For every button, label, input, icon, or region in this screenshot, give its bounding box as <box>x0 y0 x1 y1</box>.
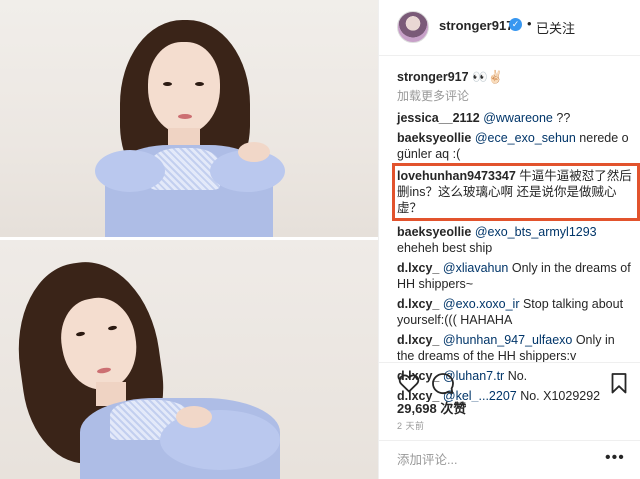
comment-username[interactable]: d.lxcy_ <box>397 333 439 347</box>
bookmark-icon[interactable] <box>607 371 631 395</box>
caption-text: 👀✌🏻 <box>472 70 504 84</box>
load-more-comments-link[interactable]: 加载更多评论 <box>397 88 635 104</box>
post-panel: stronger917 ✓ • 已关注 stronger917 👀✌🏻 加载更多… <box>379 0 640 479</box>
comment-mention[interactable]: @hunhan_947_ulfaexo <box>443 333 572 347</box>
comment-username[interactable]: baeksyeollie <box>397 131 471 145</box>
comment-username[interactable]: d.lxcy_ <box>397 261 439 275</box>
heart-icon[interactable] <box>397 371 421 395</box>
post-photo-top <box>0 0 378 237</box>
avatar[interactable] <box>397 11 429 43</box>
comment-mention[interactable]: @exo.xoxo_ir <box>443 297 520 311</box>
post-photos <box>0 0 378 479</box>
caption-username[interactable]: stronger917 <box>397 70 469 84</box>
likes-count[interactable]: 29,698 次赞 <box>397 398 466 417</box>
highlighted-comment: lovehunhan9473347 牛逼牛逼被怼了然后删ins？这么玻璃心啊 还… <box>392 163 640 221</box>
post-timestamp: 2 天前 <box>397 421 425 431</box>
comment-icon[interactable] <box>431 371 455 395</box>
comment-text: eheheh best ship <box>397 241 493 255</box>
comment-mention[interactable]: @ece_exo_sehun <box>475 131 576 145</box>
comment-item: d.lxcy_ @exo.xoxo_ir Stop talking about … <box>397 296 635 328</box>
author-username[interactable]: stronger917 <box>439 18 513 33</box>
comment-mention[interactable]: @exo_bts_armyl1293 <box>475 225 597 239</box>
post-caption: stronger917 👀✌🏻 <box>397 69 635 85</box>
comment-mention[interactable]: @xliavahun <box>443 261 509 275</box>
post-header: stronger917 ✓ • 已关注 <box>379 0 640 56</box>
comment-item: jessica__2112 @wwareone ?? <box>397 110 635 126</box>
comment-item: baeksyeollie @ece_exo_sehun nerede o gün… <box>397 130 635 162</box>
comments-list: stronger917 👀✌🏻 加载更多评论 jessica__2112 @ww… <box>392 65 640 406</box>
comment-mention[interactable]: @wwareone <box>483 111 553 125</box>
post-actions-bar <box>379 362 640 400</box>
comment-text: ?? <box>552 111 571 125</box>
add-comment-bar: ••• <box>379 440 640 479</box>
more-icon[interactable]: ••• <box>605 449 625 467</box>
verified-badge-icon: ✓ <box>509 18 522 31</box>
comment-username[interactable]: lovehunhan9473347 <box>397 169 516 183</box>
header-separator: • <box>527 16 532 31</box>
follow-button[interactable]: 已关注 <box>536 18 575 37</box>
comment-item: d.lxcy_ @xliavahun Only in the dreams of… <box>397 260 635 292</box>
comment-username[interactable]: jessica__2112 <box>397 111 480 125</box>
add-comment-input[interactable] <box>397 453 597 467</box>
comment-item: d.lxcy_ @hunhan_947_ulfaexo Only in the … <box>397 332 635 364</box>
comment-username[interactable]: d.lxcy_ <box>397 297 439 311</box>
post-photo-bottom <box>0 240 378 479</box>
comment-username[interactable]: baeksyeollie <box>397 225 471 239</box>
comment-item: baeksyeollie @exo_bts_armyl1293 eheheh b… <box>397 224 635 256</box>
